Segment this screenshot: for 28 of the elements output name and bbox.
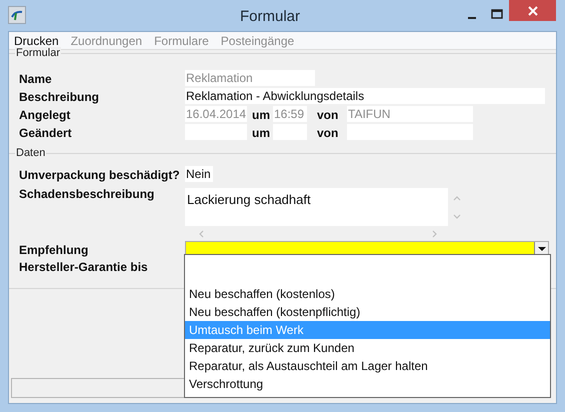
field-label: von [317,107,338,123]
dropdown-option[interactable]: Reparatur, zurück zum Kunden [185,339,550,357]
maximize-icon [491,9,503,19]
app-logo-icon [8,6,26,24]
field-label: um [252,107,270,123]
field-label: Name [19,71,52,87]
caret-icon [538,247,546,251]
dropdown-option[interactable]: Neu beschaffen (kostenpflichtig) [185,303,550,321]
field-label: Beschreibung [19,89,100,105]
field-label: Geändert [19,125,72,141]
field-label: Umverpackung beschädigt? [19,167,180,183]
text-field[interactable]: Reklamation - Abwicklungsdetails [185,88,545,104]
field-label: um [252,125,270,141]
menu-item[interactable]: Drucken [13,32,60,50]
field-label: Angelegt [19,107,70,123]
dropdown-option[interactable]: Neu beschaffen (kostenlos) [185,285,550,303]
field-label: Schadensbeschreibung [19,186,154,202]
dropdown-option[interactable]: Reparatur, als Austauschteil am Lager halten [185,357,550,375]
minimize-icon [468,17,476,19]
window-title: Formular [240,7,300,27]
close-button[interactable] [509,0,556,21]
dropdown-option[interactable]: Verschrottung [185,375,550,393]
field-label: Hersteller-Garantie bis [19,259,148,275]
text-field[interactable]: Nein [185,166,213,182]
close-icon [528,6,538,16]
text-area[interactable]: Lackierung schadhaft [185,188,448,226]
field-label: Empfehlung [19,242,88,258]
field-label: von [317,125,338,141]
